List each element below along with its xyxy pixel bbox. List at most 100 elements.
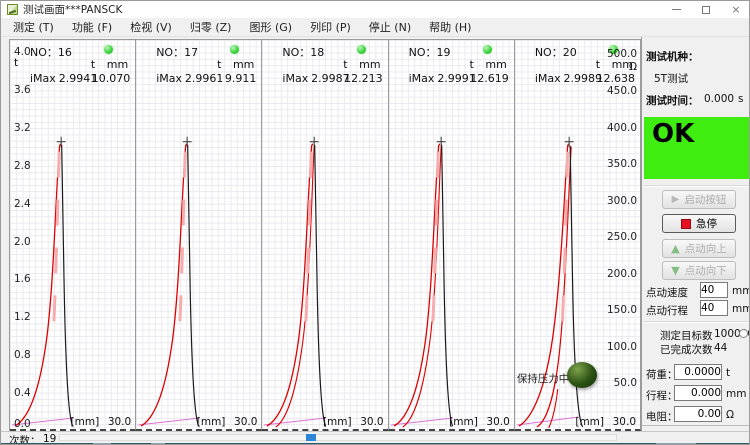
- r-tick: 450.0: [607, 85, 637, 97]
- completed-count-label: 已完成次数: [660, 342, 713, 357]
- col-header-t: t: [217, 58, 221, 71]
- resistance-value-field[interactable]: [674, 406, 722, 422]
- jog-stroke-input[interactable]: [700, 300, 728, 316]
- imax-label: iMax: [156, 72, 182, 85]
- menu-function[interactable]: 功能 (F): [66, 17, 124, 37]
- col-header-t: t: [343, 58, 347, 71]
- imax-label: iMax: [409, 72, 435, 85]
- y-tick: 0.8: [14, 349, 31, 361]
- app-window: 测试画面***PANSCK × 测定 (T) 功能 (F) 检视 (V) 归零 …: [0, 0, 750, 445]
- menu-measure[interactable]: 测定 (T): [7, 17, 66, 37]
- minimize-button[interactable]: [661, 1, 691, 18]
- jog-speed-input[interactable]: [700, 282, 728, 298]
- y-tick: 2.0: [14, 236, 31, 248]
- close-icon: ×: [731, 3, 740, 16]
- menubar: 测定 (T) 功能 (F) 检视 (V) 归零 (Z) 图形 (G) 列印 (P…: [1, 18, 750, 37]
- x-axis-max: 30.0: [360, 416, 383, 428]
- chart-area: NO：16 t mm iMax 2.9941 10.070 [mm] 30.0 …: [9, 39, 641, 431]
- y-tick: 2.4: [14, 198, 31, 210]
- status-badge: OK: [644, 117, 750, 179]
- bottom-bar: 次数： 19: [1, 431, 750, 443]
- imax-label: iMax: [30, 72, 56, 85]
- col-header-t: t: [91, 58, 95, 71]
- separator: [644, 185, 750, 187]
- menu-stop[interactable]: 停止 (N): [363, 17, 423, 37]
- scrollbar-thumb[interactable]: [306, 434, 316, 441]
- imax-t-value: 2.9961: [185, 72, 224, 85]
- arrow-down-icon: ▼: [671, 264, 679, 277]
- menu-view[interactable]: 检视 (V): [124, 17, 184, 37]
- y-tick: 0.0: [14, 418, 31, 430]
- r-tick: 300.0: [607, 195, 637, 207]
- curve-plot-17: [136, 40, 261, 429]
- chart-panel-20: NO：20 t mm iMax 2.9989 12.638 [mm] 30.0 …: [515, 40, 641, 431]
- y-tick: 1.6: [14, 273, 31, 285]
- imax-label: iMax: [282, 72, 308, 85]
- x-axis-unit: [mm]: [323, 416, 352, 428]
- stroke-unit: mm: [726, 388, 746, 400]
- target-radio-icon[interactable]: [739, 329, 748, 338]
- stroke-label: 行程：: [646, 388, 678, 403]
- y-tick: 0.4: [14, 387, 31, 399]
- col-header-mm: mm: [485, 58, 506, 71]
- menu-zero[interactable]: 归零 (Z): [184, 17, 244, 37]
- estop-button[interactable]: 急停: [662, 214, 736, 233]
- imax-mm-value: 12.619: [470, 72, 509, 85]
- completed-count-value: 44: [714, 342, 727, 354]
- r-tick: 500.0: [607, 48, 637, 60]
- window-title: 测试画面***PANSCK: [23, 2, 122, 17]
- menu-help[interactable]: 帮助 (H): [423, 17, 483, 37]
- menu-graph[interactable]: 图形 (G): [243, 17, 304, 37]
- col-header-t: t: [596, 58, 600, 71]
- resistance-unit: Ω: [726, 409, 734, 421]
- chart-panel-16: NO：16 t mm iMax 2.9941 10.070 [mm] 30.0 …: [10, 40, 136, 431]
- y-tick: 3.6: [14, 84, 31, 96]
- start-button[interactable]: ▶ 启动按钮: [662, 190, 736, 209]
- x-axis-max: 30.0: [613, 416, 636, 428]
- status-dot-icon: [483, 45, 492, 54]
- col-header-mm: mm: [107, 58, 128, 71]
- load-label: 荷重：: [646, 367, 678, 382]
- maximize-button[interactable]: [691, 1, 721, 18]
- stroke-value-field[interactable]: [674, 385, 722, 401]
- y-tick: 3.2: [14, 122, 31, 134]
- panel-number: NO：17: [156, 44, 198, 60]
- r-tick: 250.0: [607, 231, 637, 243]
- target-count-label: 测定目标数: [660, 328, 713, 343]
- test-time-unit: s: [738, 93, 743, 105]
- x-axis-max: 30.0: [234, 416, 257, 428]
- play-icon: ▶: [672, 194, 680, 205]
- load-value-field[interactable]: [674, 364, 722, 380]
- app-icon: [7, 4, 18, 15]
- x-axis-unit: [mm]: [449, 416, 478, 428]
- imax-mm-value: 12.213: [344, 72, 383, 85]
- r-tick: 50.0: [614, 377, 637, 389]
- right-axis-unit: Ω: [629, 61, 637, 73]
- jog-down-button[interactable]: ▼ 点动向下: [662, 261, 736, 280]
- col-header-mm: mm: [359, 58, 380, 71]
- menu-print[interactable]: 列印 (P): [304, 17, 363, 37]
- minimize-icon: [672, 9, 681, 10]
- x-axis-unit: [mm]: [71, 416, 100, 428]
- status-dot-icon: [357, 45, 366, 54]
- close-button[interactable]: ×: [721, 1, 750, 18]
- resistance-label: 电阻：: [646, 409, 678, 424]
- r-tick: 150.0: [607, 304, 637, 316]
- holding-pressure-label: 保持压力中: [517, 371, 570, 386]
- jog-speed-label: 点动速度: [646, 285, 688, 300]
- titlebar: 测试画面***PANSCK ×: [1, 1, 750, 18]
- col-header-t: t: [469, 58, 473, 71]
- horizontal-scrollbar[interactable]: [59, 434, 617, 441]
- holding-pressure-ball-icon: [567, 362, 597, 388]
- chart-panel-18: NO：18 t mm iMax 2.9987 12.213 [mm] 30.0: [262, 40, 388, 431]
- load-unit: t: [726, 367, 730, 379]
- jog-speed-unit: mm/min: [732, 285, 750, 297]
- jog-up-button[interactable]: ▲ 点动向上: [662, 239, 736, 258]
- x-axis-max: 30.0: [486, 416, 509, 428]
- y-axis-unit: t: [14, 57, 18, 69]
- x-axis-unit: [mm]: [197, 416, 226, 428]
- imax-label: iMax: [535, 72, 561, 85]
- panel-number: NO：16: [30, 44, 72, 60]
- machine-type-value: 5T测试: [654, 71, 688, 86]
- panel-number: NO：19: [409, 44, 451, 60]
